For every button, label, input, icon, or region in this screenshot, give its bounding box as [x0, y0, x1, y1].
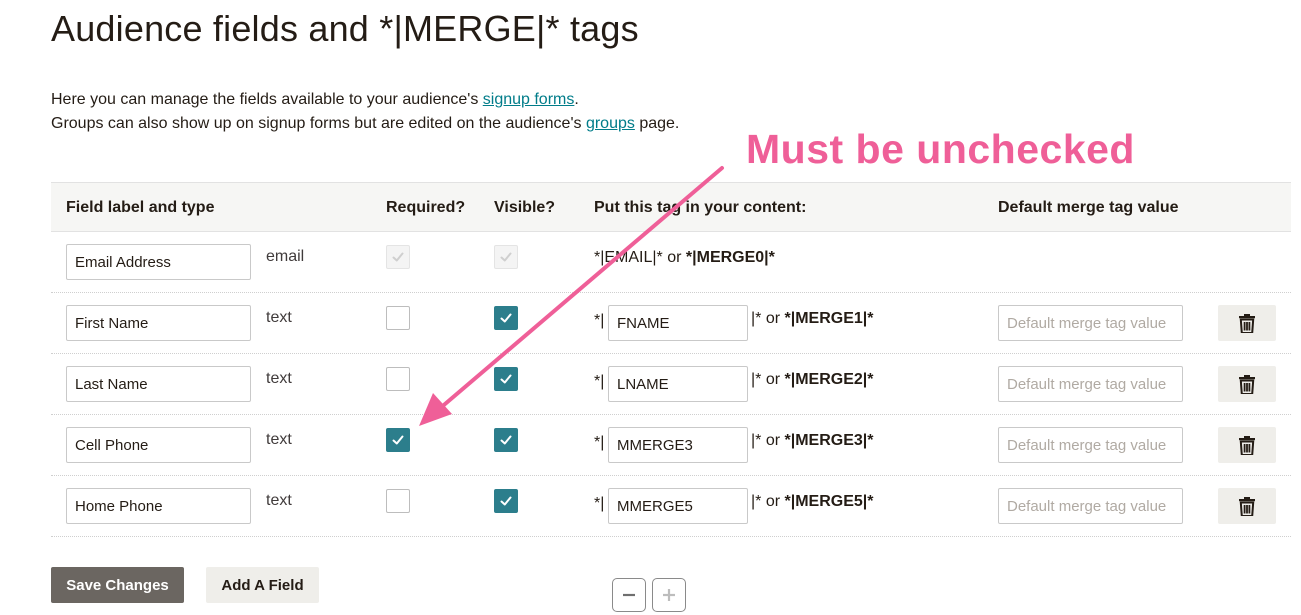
minus-icon	[623, 593, 635, 597]
checkmark-icon	[500, 313, 512, 323]
checkmark-icon	[500, 374, 512, 384]
checkmark-icon	[392, 435, 404, 445]
default-value-input[interactable]: Default merge tag value	[998, 488, 1183, 524]
trash-icon	[1239, 435, 1255, 455]
save-changes-button[interactable]: Save Changes	[51, 567, 184, 603]
header-default-value: Default merge tag value	[998, 199, 1179, 216]
default-value-input[interactable]: Default merge tag value	[998, 366, 1183, 402]
delete-field-button[interactable]	[1218, 366, 1276, 402]
field-label-input[interactable]: Last Name	[66, 366, 251, 402]
merge-tag-input[interactable]: MMERGE3	[608, 427, 748, 463]
default-value-input[interactable]: Default merge tag value	[998, 305, 1183, 341]
zoom-in-button[interactable]	[652, 578, 686, 612]
field-type: text	[266, 370, 292, 387]
checkmark-icon	[500, 496, 512, 506]
merge-tag-alt: |* or *|MERGE1|*	[751, 310, 874, 327]
trash-icon	[1239, 374, 1255, 394]
table-row: Home Phone text *| MMERGE5 |* or *|MERGE5|* D…	[51, 476, 1291, 537]
field-label-input[interactable]: Home Phone	[66, 488, 251, 524]
tag-prefix: *|	[594, 495, 605, 512]
groups-link[interactable]: groups	[586, 115, 635, 132]
add-field-button[interactable]: Add A Field	[206, 567, 319, 603]
checkmark-icon	[500, 435, 512, 445]
trash-icon	[1239, 313, 1255, 333]
merge-tag-alt: |* or *|MERGE3|*	[751, 432, 874, 449]
merge-tag-input[interactable]: FNAME	[608, 305, 748, 341]
trash-icon	[1239, 496, 1255, 516]
merge-tag-input[interactable]: MMERGE5	[608, 488, 748, 524]
visible-checkbox[interactable]	[494, 367, 518, 391]
merge-tag-alt: |* or *|MERGE2|*	[751, 371, 874, 388]
table-row: Cell Phone text *| MMERGE3 |* or *|MERGE3|* D…	[51, 415, 1291, 476]
signup-forms-link[interactable]: signup forms	[483, 91, 575, 108]
required-checkbox[interactable]	[386, 489, 410, 513]
table-row: Last Name text *| LNAME |* or *|MERGE2|* Defa…	[51, 354, 1291, 415]
header-visible: Visible?	[494, 199, 556, 216]
field-label-input[interactable]: Cell Phone	[66, 427, 251, 463]
field-type: text	[266, 431, 292, 448]
field-type: text	[266, 492, 292, 509]
field-type: text	[266, 309, 292, 326]
default-value-input[interactable]: Default merge tag value	[998, 427, 1183, 463]
intro-text: Here you can manage the fields available…	[51, 91, 680, 132]
required-checkbox	[386, 245, 410, 269]
checkmark-icon	[500, 252, 512, 262]
delete-field-button[interactable]	[1218, 305, 1276, 341]
merge-tag-alt: |* or *|MERGE5|*	[751, 493, 874, 510]
field-label-input[interactable]: First Name	[66, 305, 251, 341]
table-row: Email Address email *|EMAIL|* or *|MERGE0|…	[51, 232, 1291, 293]
merge-tag-text: *|EMAIL|* or *|MERGE0|*	[594, 249, 775, 266]
field-type: email	[266, 248, 305, 265]
visible-checkbox	[494, 245, 518, 269]
table-row: First Name text *| FNAME |* or *|MERGE1|* Def…	[51, 293, 1291, 354]
header-field-label: Field label and type	[66, 199, 215, 216]
checkmark-icon	[392, 252, 404, 262]
required-checkbox[interactable]	[386, 367, 410, 391]
required-checkbox[interactable]	[386, 306, 410, 330]
delete-field-button[interactable]	[1218, 488, 1276, 524]
visible-checkbox[interactable]	[494, 428, 518, 452]
page-title: Audience fields and *|MERGE|* tags	[51, 8, 639, 49]
zoom-out-button[interactable]	[612, 578, 646, 612]
table-header: Field label and type Required? Visible? …	[51, 182, 1291, 232]
annotation-label: Must be unchecked	[746, 126, 1135, 172]
merge-tag-input[interactable]: LNAME	[608, 366, 748, 402]
visible-checkbox[interactable]	[494, 306, 518, 330]
tag-prefix: *|	[594, 434, 605, 451]
delete-field-button[interactable]	[1218, 427, 1276, 463]
header-tag: Put this tag in your content:	[594, 199, 807, 216]
header-required: Required?	[386, 199, 466, 216]
audience-fields-table: Field label and type Required? Visible? …	[51, 182, 1291, 537]
plus-icon	[663, 589, 675, 601]
required-checkbox[interactable]	[386, 428, 410, 452]
visible-checkbox[interactable]	[494, 489, 518, 513]
tag-prefix: *|	[594, 312, 605, 329]
field-label-input[interactable]: Email Address	[66, 244, 251, 280]
table-body: Email Address email *|EMAIL|* or *|MERGE0|…	[51, 232, 1291, 537]
tag-prefix: *|	[594, 373, 605, 390]
